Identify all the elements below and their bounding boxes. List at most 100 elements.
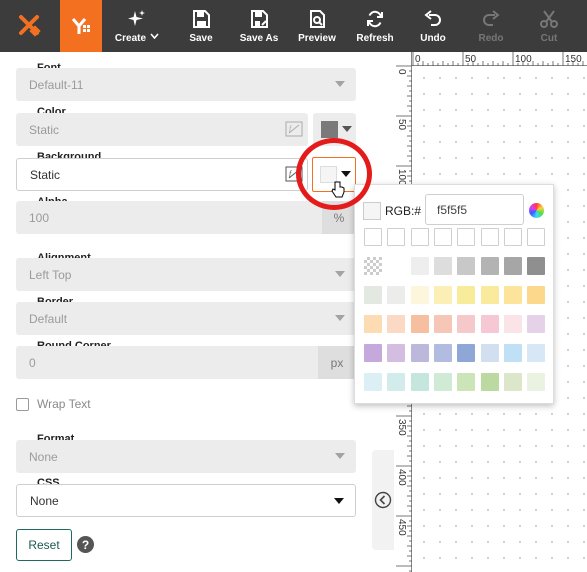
palette-swatch[interactable]: [527, 315, 546, 333]
custom-color-swatch[interactable]: [503, 228, 522, 246]
preview-button[interactable]: Preview: [295, 0, 339, 52]
round-corner-input[interactable]: 0: [16, 346, 318, 379]
redo-button[interactable]: Redo: [472, 0, 510, 52]
palette-swatch[interactable]: [527, 257, 546, 275]
cut-button[interactable]: Cut: [530, 0, 568, 52]
round-corner-unit-label: px: [330, 355, 344, 370]
caret-down-icon: [335, 81, 345, 87]
border-value: Default: [29, 311, 68, 326]
preview-icon: [310, 9, 325, 28]
background-mode-field[interactable]: Static: [16, 158, 308, 191]
caret-down-icon: [335, 453, 345, 459]
create-label: Create: [114, 32, 147, 44]
create-button[interactable]: Create: [112, 0, 162, 52]
palette-swatch[interactable]: [387, 315, 406, 333]
palette-swatch[interactable]: [364, 315, 382, 333]
font-select[interactable]: Default-11: [16, 68, 356, 101]
palette-swatch[interactable]: [433, 286, 452, 304]
palette-swatch[interactable]: [433, 373, 452, 391]
palette-swatch[interactable]: [457, 315, 476, 333]
palette-swatch[interactable]: [503, 315, 522, 333]
palette-swatch[interactable]: [364, 373, 382, 391]
reset-label: Reset: [28, 538, 60, 552]
ruler-left-label: 0: [396, 69, 407, 75]
caret-down-icon: [334, 498, 344, 504]
app-logo[interactable]: [0, 0, 60, 52]
palette-swatch[interactable]: [480, 373, 499, 391]
palette-swatch[interactable]: [410, 344, 429, 362]
palette-swatch[interactable]: [527, 344, 546, 362]
reset-button[interactable]: Reset: [16, 529, 72, 561]
palette-swatch[interactable]: [480, 286, 499, 304]
background-mode-value: Static: [30, 167, 61, 182]
palette-swatch[interactable]: [457, 257, 476, 275]
scissors-icon: [540, 9, 558, 28]
save-as-icon: [251, 9, 268, 28]
palette-swatch[interactable]: [410, 315, 429, 333]
palette-swatch[interactable]: [503, 286, 522, 304]
palette-swatch[interactable]: [433, 315, 452, 333]
css-select[interactable]: None: [16, 484, 356, 517]
svg-text:f: f: [289, 124, 293, 133]
alignment-select[interactable]: Left Top: [16, 258, 356, 291]
custom-color-swatch[interactable]: [387, 228, 406, 246]
refresh-button[interactable]: Refresh: [354, 0, 396, 52]
refresh-icon: [367, 10, 383, 27]
hex-input[interactable]: f5f5f5: [425, 194, 524, 225]
format-select[interactable]: None: [16, 440, 356, 473]
palette-swatch[interactable]: [410, 373, 429, 391]
palette-swatch[interactable]: [387, 373, 406, 391]
properties-panel: Font Default-11 Color Static f Backgroun…: [0, 52, 372, 572]
round-corner-unit: px: [318, 346, 356, 379]
save-button[interactable]: Save: [181, 0, 221, 52]
ruler-top-ticks: 0 50 100 150: [412, 52, 584, 66]
collapse-panel-button[interactable]: [372, 450, 394, 550]
palette-swatch[interactable]: [457, 373, 476, 391]
save-as-button[interactable]: Save As: [236, 0, 282, 52]
custom-color-swatch[interactable]: [457, 228, 476, 246]
palette-swatch[interactable]: [503, 344, 522, 362]
palette-swatch[interactable]: [503, 257, 522, 275]
wrap-text-label: Wrap Text: [37, 397, 91, 411]
custom-color-swatch[interactable]: [433, 228, 452, 246]
undo-icon: [424, 9, 441, 26]
custom-color-swatch[interactable]: [527, 228, 546, 246]
palette-swatch[interactable]: [457, 286, 476, 304]
color-mode-field[interactable]: Static: [16, 113, 308, 146]
palette-swatch[interactable]: [364, 344, 382, 362]
palette-swatch[interactable]: [503, 373, 522, 391]
alpha-input[interactable]: 100: [16, 201, 322, 234]
palette-swatch[interactable]: [433, 344, 452, 362]
question-circle-icon[interactable]: ?: [77, 536, 94, 553]
custom-color-swatch[interactable]: [364, 228, 382, 246]
palette-swatch[interactable]: [387, 286, 406, 304]
palette-swatch[interactable]: [410, 286, 429, 304]
transparent-swatch[interactable]: [364, 257, 382, 275]
css-value: None: [30, 493, 59, 508]
palette-swatch[interactable]: [527, 286, 546, 304]
expression-icon[interactable]: f: [283, 120, 305, 138]
hex-value: f5f5f5: [437, 202, 468, 217]
palette-swatch[interactable]: [387, 344, 406, 362]
ruler-left-label: 50: [396, 119, 407, 131]
custom-color-swatch[interactable]: [480, 228, 499, 246]
palette-swatch[interactable]: [480, 344, 499, 362]
color-wheel-icon[interactable]: [529, 203, 544, 218]
border-select[interactable]: Default: [16, 302, 356, 335]
redo-icon: [483, 9, 500, 26]
undo-label: Undo: [420, 32, 446, 44]
undo-button[interactable]: Undo: [414, 0, 452, 52]
palette-swatch[interactable]: [480, 315, 499, 333]
custom-color-swatch[interactable]: [410, 228, 429, 246]
wrap-text-checkbox[interactable]: [16, 398, 29, 411]
palette-swatch[interactable]: [410, 257, 429, 275]
palette-swatch[interactable]: [387, 257, 406, 275]
palette-swatch[interactable]: [433, 257, 452, 275]
svg-text:f: f: [289, 169, 293, 178]
palette-swatch[interactable]: [480, 257, 499, 275]
sparkle-icon: [128, 9, 145, 26]
palette-swatch[interactable]: [364, 286, 382, 304]
palette-swatch[interactable]: [457, 344, 476, 362]
report-designer-icon[interactable]: [60, 0, 102, 52]
palette-swatch[interactable]: [527, 373, 546, 391]
